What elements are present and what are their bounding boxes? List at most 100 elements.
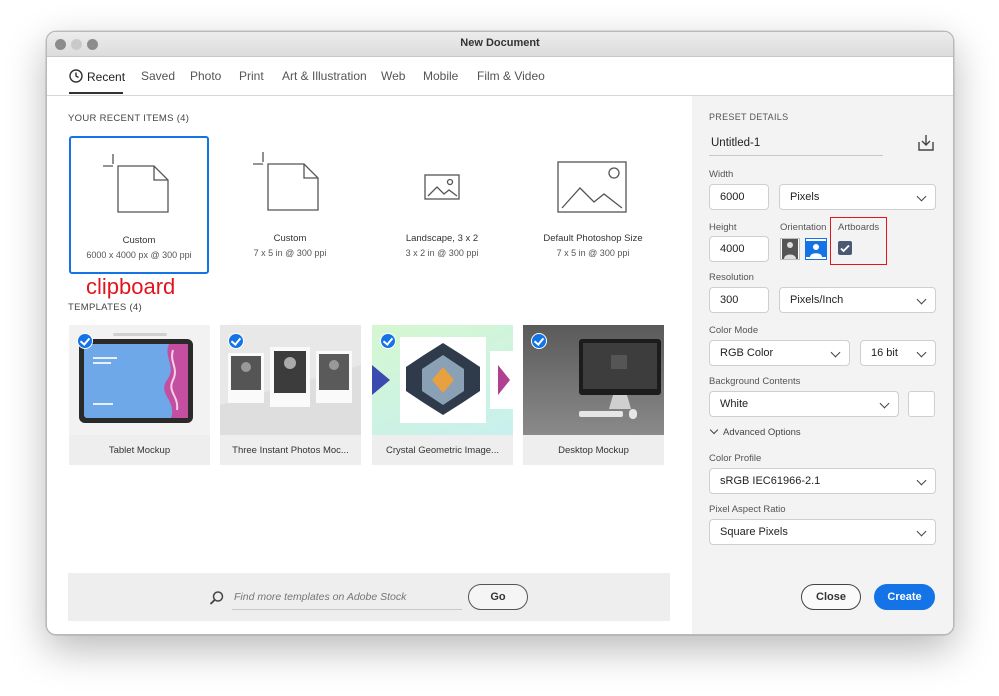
dropdown-value: Pixels/Inch [790, 294, 843, 306]
document-icon [101, 152, 181, 214]
color-profile-dropdown[interactable]: sRGB IEC61966-2.1 [709, 468, 936, 494]
width-label: Width [709, 169, 733, 180]
chevron-down-icon [917, 192, 927, 202]
chevron-down-icon [917, 476, 927, 486]
tab-web[interactable]: Web [381, 69, 405, 83]
color-mode-label: Color Mode [709, 325, 758, 336]
chevron-down-icon [831, 348, 841, 358]
save-preset-icon[interactable] [916, 133, 936, 153]
dropdown-value: Square Pixels [720, 526, 788, 538]
portrait-icon [781, 239, 799, 259]
template-name: Desktop Mockup [523, 445, 664, 456]
resolution-label: Resolution [709, 272, 754, 283]
image-icon [556, 160, 630, 216]
preset-name-field[interactable]: Untitled-1 [709, 132, 883, 156]
chevron-down-icon [917, 295, 927, 305]
orientation-landscape-button[interactable] [805, 238, 827, 260]
template-name: Three Instant Photos Moc... [220, 445, 361, 456]
document-icon [251, 150, 331, 212]
template-name: Crystal Geometric Image... [372, 445, 513, 456]
advanced-options-label: Advanced Options [723, 427, 801, 438]
chevron-down-icon [917, 348, 927, 358]
tab-label: Recent [87, 70, 125, 84]
templates-heading: TEMPLATES (4) [68, 302, 142, 313]
window-title: New Document [47, 37, 953, 49]
dropdown-value: White [720, 398, 748, 410]
background-color-swatch[interactable] [908, 391, 935, 417]
templates-count: (4) [129, 302, 142, 313]
go-button[interactable]: Go [468, 584, 528, 610]
recent-item-custom-2[interactable]: Custom 7 x 5 in @ 300 ppi [220, 136, 360, 274]
recent-item-size: 7 x 5 in @ 300 ppi [523, 248, 663, 258]
background-contents-dropdown[interactable]: White [709, 391, 899, 417]
pixel-aspect-dropdown[interactable]: Square Pixels [709, 519, 936, 545]
recent-count: (4) [177, 113, 190, 124]
width-unit-dropdown[interactable]: Pixels [779, 184, 936, 210]
dropdown-value: sRGB IEC61966-2.1 [720, 475, 820, 487]
artboards-checkbox[interactable] [838, 241, 852, 255]
height-input[interactable]: 4000 [709, 236, 769, 262]
active-tab-indicator [69, 92, 123, 94]
height-label: Height [709, 222, 736, 233]
selected-check-icon [77, 333, 93, 349]
chevron-down-icon [917, 527, 927, 537]
tab-saved[interactable]: Saved [141, 69, 175, 83]
checkmark-icon [838, 241, 852, 255]
chevron-down-icon [710, 426, 718, 434]
recent-item-name: Custom [220, 233, 360, 244]
template-name: Tablet Mockup [69, 445, 210, 456]
tab-art-illustration[interactable]: Art & Illustration [282, 69, 367, 83]
recent-item-custom-1[interactable]: Custom 6000 x 4000 px @ 300 ppi [69, 136, 209, 274]
pixel-aspect-label: Pixel Aspect Ratio [709, 504, 786, 515]
orientation-label: Orientation [780, 222, 826, 233]
recent-item-size: 6000 x 4000 px @ 300 ppi [71, 250, 207, 260]
tab-film-video[interactable]: Film & Video [477, 69, 545, 83]
recent-item-size: 7 x 5 in @ 300 ppi [220, 248, 360, 258]
color-mode-dropdown[interactable]: RGB Color [709, 340, 850, 366]
width-input[interactable]: 6000 [709, 184, 769, 210]
stock-search-bar: Go [68, 573, 670, 621]
advanced-options-toggle[interactable]: Advanced Options [709, 427, 801, 438]
orientation-portrait-button[interactable] [780, 238, 800, 260]
recent-item-name: Custom [71, 235, 207, 246]
bit-depth-dropdown[interactable]: 16 bit [860, 340, 936, 366]
recent-item-landscape[interactable]: Landscape, 3 x 2 3 x 2 in @ 300 ppi [372, 136, 512, 274]
tab-recent[interactable]: Recent [69, 69, 125, 84]
chevron-down-icon [880, 399, 890, 409]
dropdown-value: 16 bit [871, 347, 898, 359]
color-profile-label: Color Profile [709, 453, 761, 464]
recent-item-default-photoshop[interactable]: Default Photoshop Size 7 x 5 in @ 300 pp… [523, 136, 663, 274]
dropdown-value: Pixels [790, 191, 819, 203]
clock-icon [69, 69, 83, 83]
recent-item-name: Default Photoshop Size [523, 233, 663, 244]
stock-search-input[interactable] [232, 585, 462, 610]
dropdown-value: RGB Color [720, 347, 773, 359]
background-contents-label: Background Contents [709, 376, 800, 387]
recent-item-size: 3 x 2 in @ 300 ppi [372, 248, 512, 258]
search-icon [209, 590, 225, 606]
preset-details-heading: PRESET DETAILS [709, 112, 788, 122]
template-three-instant-photos[interactable]: Three Instant Photos Moc... [220, 325, 361, 465]
tab-mobile[interactable]: Mobile [423, 69, 458, 83]
selected-check-icon [380, 333, 396, 349]
clipboard-annotation: clipboard [86, 274, 175, 300]
recent-item-name: Landscape, 3 x 2 [372, 233, 512, 244]
recent-heading-text: YOUR RECENT ITEMS [68, 113, 174, 124]
category-tabs: Recent Saved Photo Print Art & Illustrat… [47, 57, 953, 96]
recent-items-heading: YOUR RECENT ITEMS (4) [68, 113, 189, 124]
resolution-input[interactable]: 300 [709, 287, 769, 313]
template-crystal-geometric[interactable]: Crystal Geometric Image... [372, 325, 513, 465]
image-icon [422, 172, 462, 202]
title-bar: New Document [47, 32, 953, 57]
template-desktop-mockup[interactable]: Desktop Mockup [523, 325, 664, 465]
templates-heading-text: TEMPLATES [68, 302, 126, 313]
close-button[interactable]: Close [801, 584, 861, 610]
landscape-icon [806, 239, 826, 259]
resolution-unit-dropdown[interactable]: Pixels/Inch [779, 287, 936, 313]
selected-check-icon [228, 333, 244, 349]
tab-photo[interactable]: Photo [190, 69, 221, 83]
tab-print[interactable]: Print [239, 69, 264, 83]
create-button[interactable]: Create [874, 584, 935, 610]
template-tablet-mockup[interactable]: Tablet Mockup [69, 325, 210, 465]
selected-check-icon [531, 333, 547, 349]
